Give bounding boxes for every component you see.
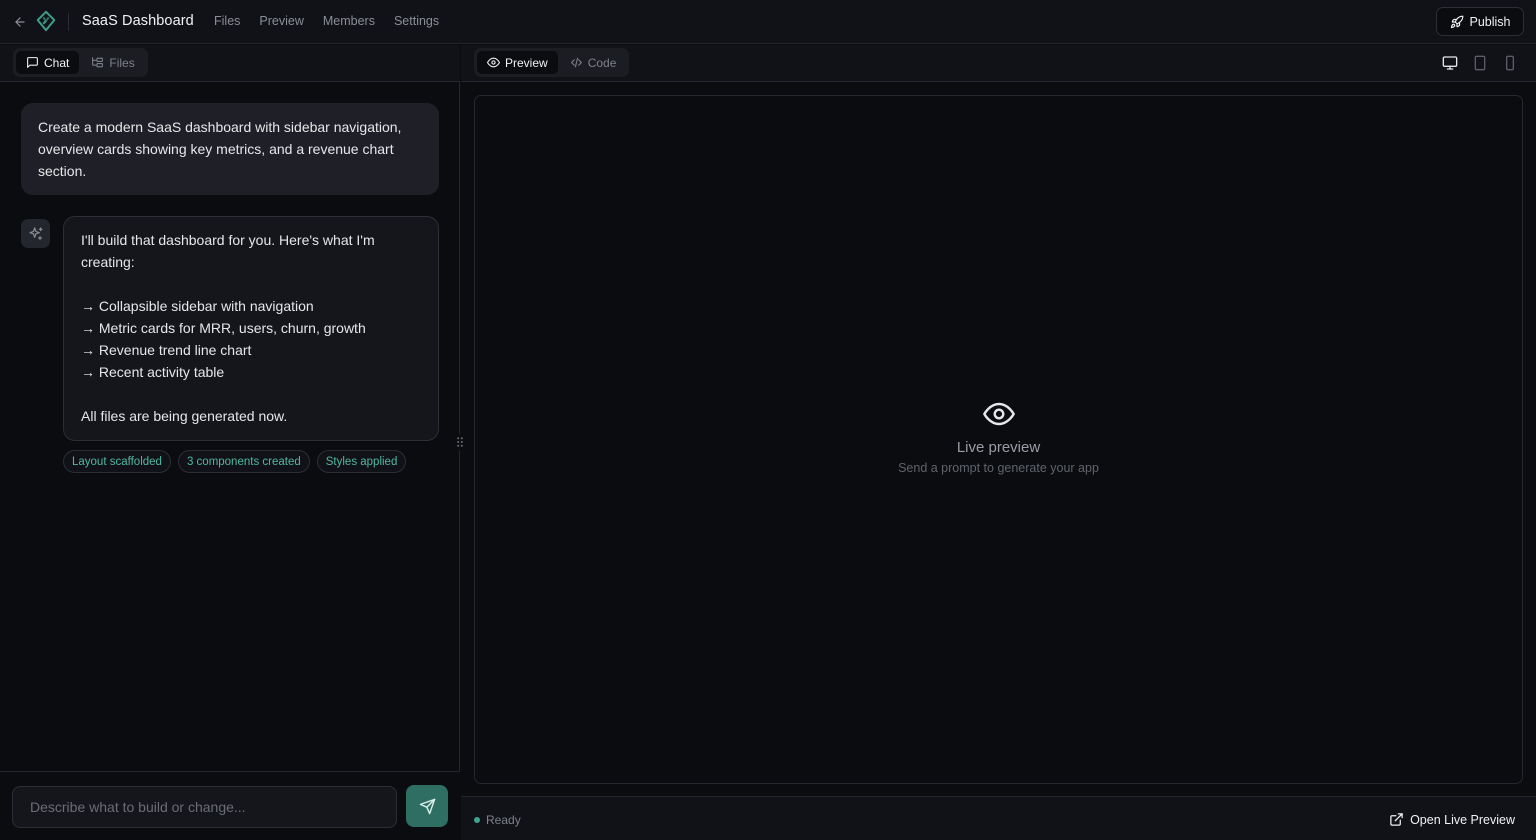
- publish-button[interactable]: Publish: [1436, 7, 1524, 36]
- nav-members[interactable]: Members: [323, 14, 375, 28]
- status-chip-components: 3 components created: [177, 450, 310, 473]
- user-message: Create a modern SaaS dashboard with side…: [21, 103, 439, 195]
- tab-chat[interactable]: Chat: [16, 51, 80, 74]
- open-live-preview-label: Open Live Preview: [1410, 812, 1515, 827]
- tablet-view-button[interactable]: [1472, 55, 1488, 71]
- tab-preview[interactable]: Preview: [477, 51, 558, 74]
- open-live-preview-button[interactable]: Open Live Preview: [1389, 812, 1515, 827]
- external-link-icon: [1390, 813, 1403, 826]
- rocket-icon: [1450, 15, 1463, 28]
- preview-placeholder-title: Live preview: [956, 439, 1041, 456]
- app-logo-icon: [35, 10, 57, 32]
- sparkles-icon: [28, 226, 43, 240]
- top-nav: Files Preview Members Settings: [214, 14, 439, 28]
- desktop-view-button[interactable]: [1442, 55, 1458, 71]
- mobile-view-button[interactable]: [1502, 55, 1518, 71]
- eye-icon: [487, 57, 500, 68]
- send-icon: [419, 798, 435, 814]
- project-title: SaaS Dashboard: [82, 13, 194, 29]
- assistant-list-item: → Recent activity table: [81, 364, 225, 380]
- chat-bubble-icon: [27, 57, 38, 68]
- tablet-icon: [1474, 55, 1486, 71]
- tab-files[interactable]: Files: [81, 51, 144, 74]
- assistant-list-item: → Collapsible sidebar with navigation: [81, 298, 314, 314]
- assistant-avatar: [21, 219, 50, 248]
- publish-label: Publish: [1469, 14, 1511, 29]
- arrow-left-icon: [15, 17, 25, 27]
- assistant-list-item: → Revenue trend line chart: [81, 342, 252, 358]
- status-chip-layout: Layout scaffolded: [63, 450, 171, 473]
- assistant-outro: All files are being generated now.: [81, 408, 288, 424]
- prompt-input[interactable]: [12, 786, 397, 828]
- back-button[interactable]: [10, 12, 30, 32]
- nav-preview[interactable]: Preview: [259, 14, 303, 28]
- code-icon: [570, 57, 582, 68]
- preview-placeholder-subtitle: Send a prompt to generate your app: [898, 461, 1099, 475]
- tab-files-label: Files: [109, 55, 135, 70]
- preview-code-toggle: Preview Code: [474, 48, 630, 77]
- mobile-icon: [1506, 55, 1514, 71]
- status-bar: Ready Open Live Preview: [461, 796, 1536, 840]
- status-chips: Layout scaffolded 3 components created S…: [63, 450, 407, 473]
- chat-files-toggle: Chat Files: [13, 48, 148, 77]
- preview-panel: Preview Code Live preview Send a prompt …: [461, 45, 1536, 840]
- status-text: Ready: [486, 813, 521, 827]
- preview-panel-tabbar: Preview Code: [461, 45, 1536, 82]
- device-switcher: [1442, 55, 1518, 71]
- chat-panel: Chat Files Create a modern SaaS dashboar…: [0, 45, 460, 840]
- status-indicator-dot: [474, 817, 480, 823]
- tab-preview-label: Preview: [505, 55, 548, 70]
- assistant-list-item: → Metric cards for MRR, users, churn, gr…: [81, 320, 366, 336]
- status-chip-styles: Styles applied: [316, 450, 407, 473]
- file-tree-icon: [92, 57, 104, 68]
- header-divider: [68, 13, 69, 31]
- desktop-icon: [1442, 56, 1458, 70]
- chat-panel-tabbar: Chat Files: [0, 45, 460, 82]
- preview-placeholder: Live preview Send a prompt to generate y…: [475, 398, 1522, 475]
- eye-icon: [982, 398, 1015, 430]
- composer: [0, 771, 460, 840]
- nav-settings[interactable]: Settings: [394, 14, 439, 28]
- tab-code-label: Code: [587, 55, 617, 70]
- assistant-intro: I'll build that dashboard for you. Here'…: [81, 232, 375, 270]
- send-button[interactable]: [406, 785, 448, 827]
- top-bar: SaaS Dashboard Files Preview Members Set…: [0, 0, 1536, 44]
- nav-files[interactable]: Files: [214, 14, 240, 28]
- preview-frame: Live preview Send a prompt to generate y…: [474, 95, 1523, 784]
- assistant-message: I'll build that dashboard for you. Here'…: [63, 216, 439, 441]
- tab-chat-label: Chat: [44, 55, 70, 70]
- tab-code[interactable]: Code: [560, 51, 627, 74]
